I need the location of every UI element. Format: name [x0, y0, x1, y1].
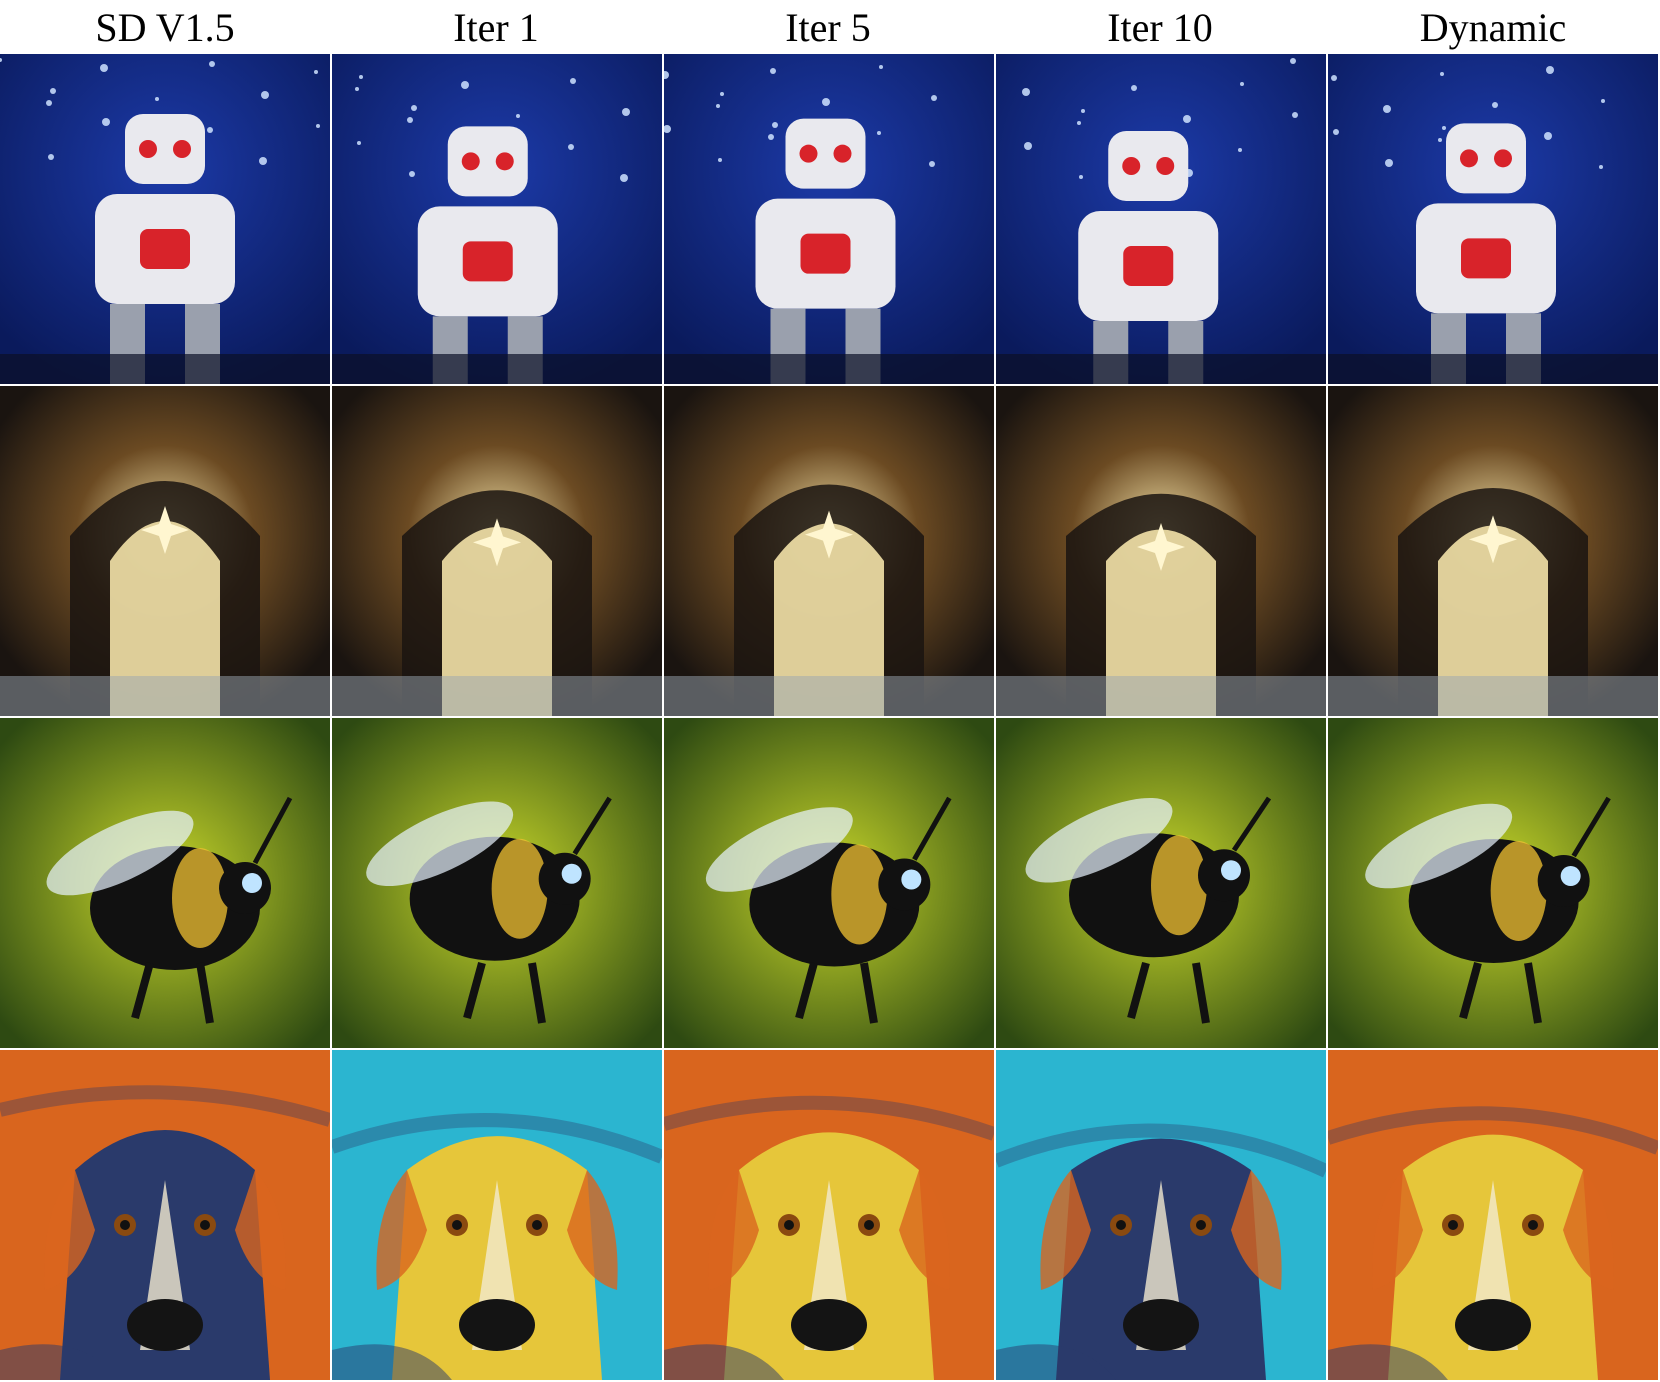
generated-image-gate — [332, 386, 662, 716]
robot-icon — [0, 54, 330, 384]
column-title-iter-10: Iter 10 — [1107, 5, 1213, 50]
gate-icon — [664, 386, 994, 716]
bee-icon — [1328, 718, 1658, 1048]
robot-icon — [996, 54, 1326, 384]
generated-image-bee — [1328, 718, 1658, 1048]
column-title-iter-1: Iter 1 — [453, 5, 539, 50]
dog-icon — [1328, 1050, 1658, 1380]
column-header-row: SD V1.5 Iter 1 Iter 5 Iter 10 Dynamic — [0, 0, 1660, 54]
column-title-sd-v15: SD V1.5 — [95, 5, 235, 50]
dog-icon — [664, 1050, 994, 1380]
generated-image-robot — [0, 54, 330, 384]
gate-icon — [0, 386, 330, 716]
bee-icon — [996, 718, 1326, 1048]
column-title-iter-5: Iter 5 — [785, 5, 871, 50]
generated-image-gate — [1328, 386, 1658, 716]
generated-image-bee — [664, 718, 994, 1048]
robot-icon — [332, 54, 662, 384]
generated-image-gate — [0, 386, 330, 716]
generated-image-dog — [0, 1050, 330, 1380]
column-title-dynamic: Dynamic — [1419, 5, 1567, 50]
generated-image-robot — [332, 54, 662, 384]
generated-image-dog — [996, 1050, 1326, 1380]
bee-icon — [664, 718, 994, 1048]
generated-image-robot — [1328, 54, 1658, 384]
bee-icon — [332, 718, 662, 1048]
generated-image-gate — [664, 386, 994, 716]
gate-icon — [1328, 386, 1658, 716]
robot-icon — [664, 54, 994, 384]
dog-icon — [996, 1050, 1326, 1380]
robot-icon — [1328, 54, 1658, 384]
gate-icon — [332, 386, 662, 716]
generated-image-gate — [996, 386, 1326, 716]
generated-image-bee — [996, 718, 1326, 1048]
generated-image-bee — [332, 718, 662, 1048]
dog-icon — [0, 1050, 330, 1380]
gate-icon — [996, 386, 1326, 716]
generated-image-dog — [332, 1050, 662, 1380]
generated-image-dog — [1328, 1050, 1658, 1380]
generated-image-robot — [664, 54, 994, 384]
dog-icon — [332, 1050, 662, 1380]
image-grid — [0, 54, 1660, 1382]
generated-image-dog — [664, 1050, 994, 1380]
generated-image-robot — [996, 54, 1326, 384]
generated-image-bee — [0, 718, 330, 1048]
bee-icon — [0, 718, 330, 1048]
